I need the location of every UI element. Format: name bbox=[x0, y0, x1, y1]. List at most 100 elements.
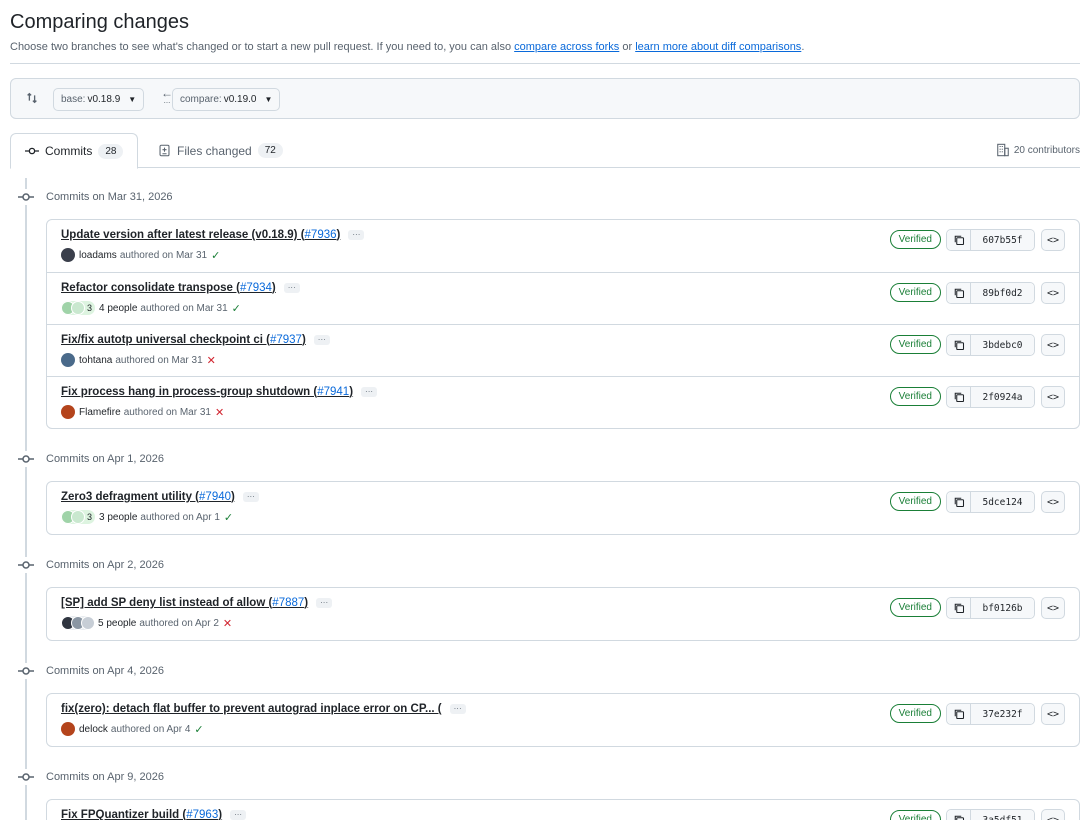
expand-message-button[interactable]: ··· bbox=[242, 491, 259, 502]
author-link[interactable]: loadams bbox=[79, 250, 117, 261]
avatar-stack[interactable]: 3 bbox=[61, 301, 96, 315]
author-link[interactable]: 3 people bbox=[99, 512, 137, 523]
expand-message-button[interactable]: ··· bbox=[230, 809, 247, 820]
copy-icon bbox=[954, 815, 964, 820]
verified-badge[interactable]: Verified bbox=[889, 492, 941, 511]
tab-files-changed[interactable]: Files changed 72 bbox=[144, 133, 297, 168]
x-icon[interactable]: ✕ bbox=[207, 354, 216, 367]
commit-title-text: Update version after latest release (v0.… bbox=[61, 229, 305, 241]
expand-message-button[interactable]: ··· bbox=[283, 282, 300, 293]
avatar bbox=[71, 301, 85, 315]
copy-sha-button[interactable] bbox=[947, 704, 971, 724]
commit-title-link[interactable]: Fix FPQuantizer build (#7963) ··· bbox=[61, 809, 247, 820]
copy-sha-button[interactable] bbox=[947, 387, 971, 407]
commit-sha-link[interactable]: 5dce124 bbox=[971, 492, 1034, 512]
commit-sha-link[interactable]: 3bdebc0 bbox=[971, 335, 1034, 355]
expand-message-button[interactable]: ··· bbox=[313, 334, 330, 345]
commit-title-link[interactable]: [SP] add SP deny list instead of allow (… bbox=[61, 597, 333, 609]
verified-badge[interactable]: Verified bbox=[889, 230, 941, 249]
verified-badge[interactable]: Verified bbox=[889, 810, 941, 820]
avatar-stack[interactable] bbox=[61, 616, 95, 630]
compare-branch-select[interactable]: compare: v0.19.0 ▼ bbox=[172, 88, 281, 111]
commit-sha-link[interactable]: bf0126b bbox=[971, 598, 1034, 618]
avatar[interactable] bbox=[61, 405, 75, 419]
verified-badge[interactable]: Verified bbox=[889, 387, 941, 406]
expand-message-button[interactable]: ··· bbox=[348, 229, 365, 240]
commit-sha-link[interactable]: 2f0924a bbox=[971, 387, 1034, 407]
expand-message-button[interactable]: ··· bbox=[361, 386, 378, 397]
check-icon[interactable]: ✓ bbox=[194, 723, 203, 736]
x-icon[interactable]: ✕ bbox=[215, 406, 224, 419]
compare-forks-link[interactable]: compare across forks bbox=[514, 41, 619, 53]
browse-repo-button[interactable]: <> bbox=[1041, 703, 1065, 725]
pr-link[interactable]: #7940 bbox=[199, 491, 231, 503]
avatar[interactable] bbox=[61, 248, 75, 262]
sha-group: 89bf0d2 bbox=[946, 282, 1035, 304]
contributors-link[interactable]: 20 contributors bbox=[996, 143, 1080, 157]
copy-sha-button[interactable] bbox=[947, 230, 971, 250]
author-link[interactable]: tohtana bbox=[79, 355, 112, 366]
browse-repo-button[interactable]: <> bbox=[1041, 229, 1065, 251]
check-icon[interactable]: ✓ bbox=[232, 302, 241, 315]
commit-sha-link[interactable]: 89bf0d2 bbox=[971, 283, 1034, 303]
browse-repo-button[interactable]: <> bbox=[1041, 597, 1065, 619]
copy-sha-button[interactable] bbox=[947, 492, 971, 512]
copy-sha-button[interactable] bbox=[947, 810, 971, 820]
x-icon[interactable]: ✕ bbox=[223, 617, 232, 630]
expand-message-button[interactable]: ··· bbox=[449, 703, 466, 714]
copy-icon bbox=[954, 709, 964, 720]
copy-sha-button[interactable] bbox=[947, 598, 971, 618]
pr-link[interactable]: #7934 bbox=[240, 282, 272, 294]
tab-bar: Commits 28 Files changed 72 20 contribut… bbox=[10, 133, 1080, 169]
author-link[interactable]: 4 people bbox=[99, 303, 137, 314]
commit-group-header: Commits on Apr 1, 2026 bbox=[18, 451, 165, 467]
commit-meta: 3 3 people authored on Apr 1 ✓ bbox=[61, 510, 233, 524]
commit-title-link[interactable]: Update version after latest release (v0.… bbox=[61, 229, 365, 241]
commit-title-link[interactable]: Fix/fix autotp universal checkpoint ci (… bbox=[61, 334, 330, 346]
copy-sha-button[interactable] bbox=[947, 335, 971, 355]
browse-repo-button[interactable]: <> bbox=[1041, 386, 1065, 408]
commit-title-link[interactable]: Refactor consolidate transpose (#7934) ··… bbox=[61, 282, 300, 294]
pr-link[interactable]: #7887 bbox=[272, 597, 304, 609]
commit-sha-link[interactable]: 607b55f bbox=[971, 230, 1034, 250]
pr-link[interactable]: #7963 bbox=[186, 809, 218, 820]
commit-sha-link[interactable]: 37e232f bbox=[971, 704, 1034, 724]
browse-repo-button[interactable]: <> bbox=[1041, 809, 1065, 820]
avatar-stack[interactable]: 3 bbox=[61, 510, 96, 524]
page-subtitle: Choose two branches to see what's change… bbox=[10, 41, 804, 53]
commit-title-text: Fix/fix autotp universal checkpoint ci ( bbox=[61, 334, 270, 346]
verified-badge[interactable]: Verified bbox=[889, 335, 941, 354]
subtitle-text: Choose two branches to see what's change… bbox=[10, 41, 515, 53]
browse-repo-button[interactable]: <> bbox=[1041, 282, 1065, 304]
author-link[interactable]: delock bbox=[79, 724, 108, 735]
commit-title-link[interactable]: Fix process hang in process-group shutdo… bbox=[61, 386, 378, 398]
base-branch-select[interactable]: base: v0.18.9 ▼ bbox=[53, 88, 145, 111]
commit-title-close: ) bbox=[271, 282, 276, 294]
pr-link[interactable]: #7937 bbox=[270, 334, 302, 346]
verified-badge[interactable]: Verified bbox=[889, 704, 941, 723]
copy-sha-button[interactable] bbox=[947, 283, 971, 303]
learn-diff-link[interactable]: learn more about diff comparisons bbox=[635, 41, 801, 53]
browse-repo-button[interactable]: <> bbox=[1041, 334, 1065, 356]
pr-link[interactable]: #7941 bbox=[317, 386, 349, 398]
commit-title-close: ) bbox=[336, 229, 341, 241]
subtitle-or: or bbox=[619, 41, 636, 53]
commit-title-link[interactable]: Zero3 defragment utility (#7940) ··· bbox=[61, 491, 259, 503]
commit-icon bbox=[18, 663, 34, 679]
browse-repo-button[interactable]: <> bbox=[1041, 491, 1065, 513]
commit-title-close: ) bbox=[218, 809, 223, 820]
verified-badge[interactable]: Verified bbox=[889, 283, 941, 302]
commit-title-link[interactable]: fix(zero): detach flat buffer to prevent… bbox=[61, 703, 466, 715]
author-link[interactable]: Flamefire bbox=[79, 407, 121, 418]
check-icon[interactable]: ✓ bbox=[224, 511, 233, 524]
pr-link[interactable]: #7936 bbox=[305, 229, 337, 241]
tab-commits[interactable]: Commits 28 bbox=[10, 133, 139, 169]
avatar[interactable] bbox=[61, 353, 75, 367]
verified-badge[interactable]: Verified bbox=[889, 598, 941, 617]
avatar[interactable] bbox=[61, 722, 75, 736]
check-icon[interactable]: ✓ bbox=[211, 249, 220, 262]
avatar bbox=[81, 616, 95, 630]
author-link[interactable]: 5 people bbox=[98, 618, 136, 629]
expand-message-button[interactable]: ··· bbox=[316, 597, 333, 608]
commit-sha-link[interactable]: 3a5df51 bbox=[971, 810, 1034, 820]
